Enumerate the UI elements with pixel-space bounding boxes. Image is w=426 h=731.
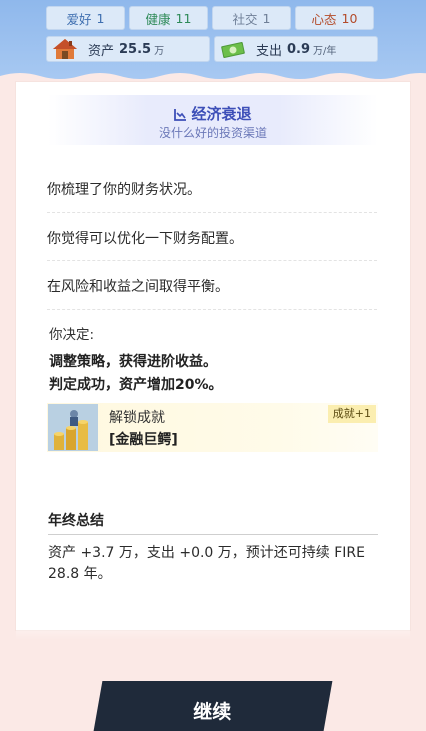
event-subtitle: 没什么好的投资渠道 [158,126,267,140]
stat-expense-value: 0.9 [287,41,311,57]
stat-mood: 心态 10 [295,6,374,30]
divider [47,260,377,261]
event-title: 经济衰退 [0,103,426,125]
stat-expense-label: 支出 [256,43,283,59]
stat-mood-value: 10 [341,10,358,26]
event-paragraph-1: 你梳理了你的财务状况。 [47,182,201,198]
stat-assets-label: 资产 [88,43,115,59]
continue-button[interactable]: 继续 [93,681,333,731]
stat-health-label: 健康 [145,11,171,27]
achievement-badge: 成就+1 [327,405,376,423]
divider [47,212,377,213]
decision-label: 你决定: [49,327,95,343]
event-paragraph-3: 在风险和收益之间取得平衡。 [47,279,229,295]
decision-choice: 调整策略，获得进阶收益。 [49,354,217,370]
summary-title: 年终总结 [48,513,104,529]
stat-love-label: 爱好 [66,11,92,27]
stat-love: 爱好 1 [46,6,125,30]
achievement-unlocked: 解锁成就 [金融巨鳄] 成就+1 [47,403,378,452]
summary-text: 资产 +3.7 万，支出 +0.0 万，预计还可持续 FIRE 28.8 年。 [48,545,365,582]
stat-mood-label: 心态 [311,11,337,27]
stat-social-value: 1 [262,10,271,26]
chart-icon [174,107,187,125]
stat-social: 社交 1 [212,6,291,30]
stat-health-value: 11 [175,10,192,26]
stat-assets-value: 25.5 [119,41,152,57]
stat-love-value: 1 [96,10,105,26]
divider [47,309,377,310]
stat-health: 健康 11 [129,6,208,30]
decision-result: 判定成功，资产增加20%。 [49,377,223,393]
event-paragraph-2: 你觉得可以优化一下财务配置。 [47,231,243,247]
continue-button-label: 继续 [193,700,232,723]
stat-social-label: 社交 [232,11,258,27]
stats-panel: 爱好 1 健康 11 社交 1 心态 10 资产 25.5 万 支出 0.9 万… [0,0,426,84]
achievement-unlock-label: 解锁成就 [109,410,165,426]
stat-assets: 资产 25.5 万 [46,36,210,62]
gold-coins-icon [48,404,98,451]
stat-expense: 支出 0.9 万/年 [214,36,378,62]
achievement-name: [金融巨鳄] [109,432,178,448]
stat-expense-unit: 万/年 [313,45,337,57]
house-icon [52,38,78,60]
cash-icon [220,38,246,60]
event-title-text: 经济衰退 [191,105,252,123]
stat-assets-unit: 万 [154,45,165,57]
summary-divider [48,534,378,535]
card-fade [16,610,410,640]
